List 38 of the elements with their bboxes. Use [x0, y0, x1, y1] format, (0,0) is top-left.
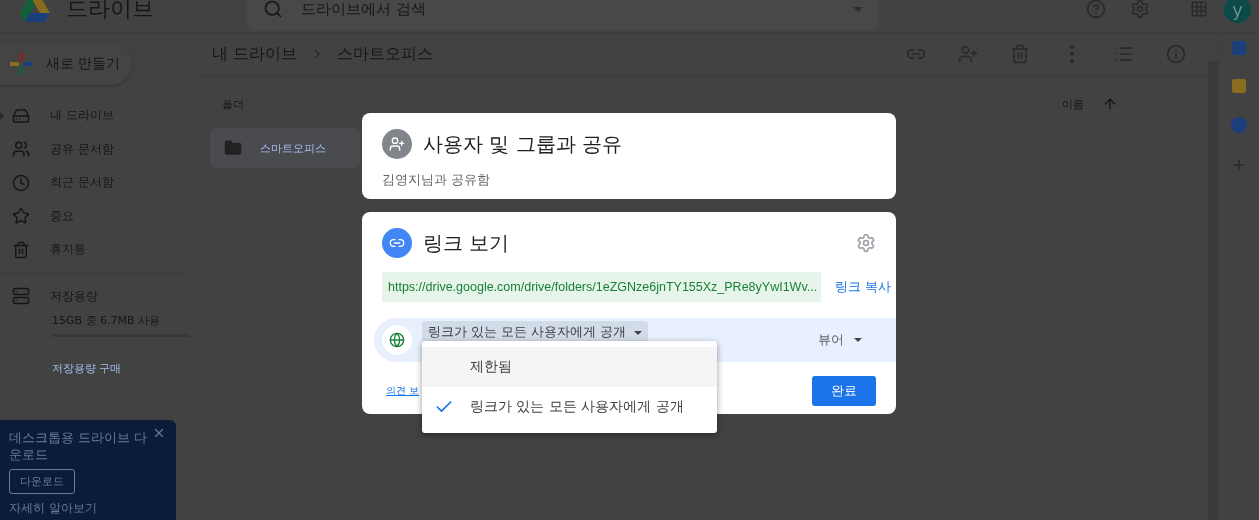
done-button[interactable]: 완료	[812, 376, 876, 406]
avatar: y	[1224, 0, 1251, 23]
dialog-title: 링크 보기	[423, 229, 510, 257]
role-dropdown[interactable]: 뷰어	[812, 330, 868, 350]
search-icon	[263, 0, 283, 19]
plus-icon	[10, 53, 32, 75]
close-icon	[152, 426, 166, 440]
learn-more-link[interactable]: 자세히 알아보기	[9, 500, 167, 517]
trash-icon	[12, 240, 30, 259]
recent-icon	[12, 173, 30, 192]
list-view-icon	[1114, 44, 1134, 64]
add-person-icon	[389, 136, 405, 152]
download-button[interactable]: 다운로드	[9, 469, 75, 494]
drive-logo-icon	[20, 0, 50, 22]
copy-link-button[interactable]: 링크 복사	[827, 278, 898, 296]
feedback-link[interactable]: 의견 보	[386, 384, 420, 398]
add-icon	[1231, 157, 1247, 173]
help-icon	[1086, 0, 1106, 19]
apps-icon	[1190, 0, 1208, 18]
menu-item[interactable]: 링크가 있는 모든 사용자에게 공개	[422, 387, 717, 427]
trash-icon	[1010, 44, 1030, 64]
folder-icon	[224, 139, 242, 157]
promo-title: 데스크톱용 드라이브 다운로드	[9, 429, 149, 463]
drive-icon	[12, 106, 30, 125]
menu-item[interactable]: 제한됨	[422, 347, 717, 387]
link-url: https://drive.google.com/drive/folders/1eZGNze6jnTY155Xz_PRe8yYwI1Wv...	[382, 272, 822, 302]
settings-icon	[1130, 0, 1150, 19]
settings-icon	[856, 233, 876, 253]
shared-with-text: 김영지님과 공유함	[382, 171, 492, 189]
starred-icon	[12, 207, 30, 226]
storage-icon	[12, 287, 30, 306]
buy-storage-link[interactable]: 저장용량 구매	[52, 361, 200, 376]
folder-card[interactable]: 스마트오피스	[210, 128, 360, 168]
add-person-icon	[958, 44, 978, 64]
dialog-title: 사용자 및 그룹과 공유	[423, 130, 623, 158]
globe-icon	[389, 332, 405, 348]
info-icon	[1166, 44, 1186, 64]
shared-icon	[12, 140, 30, 159]
